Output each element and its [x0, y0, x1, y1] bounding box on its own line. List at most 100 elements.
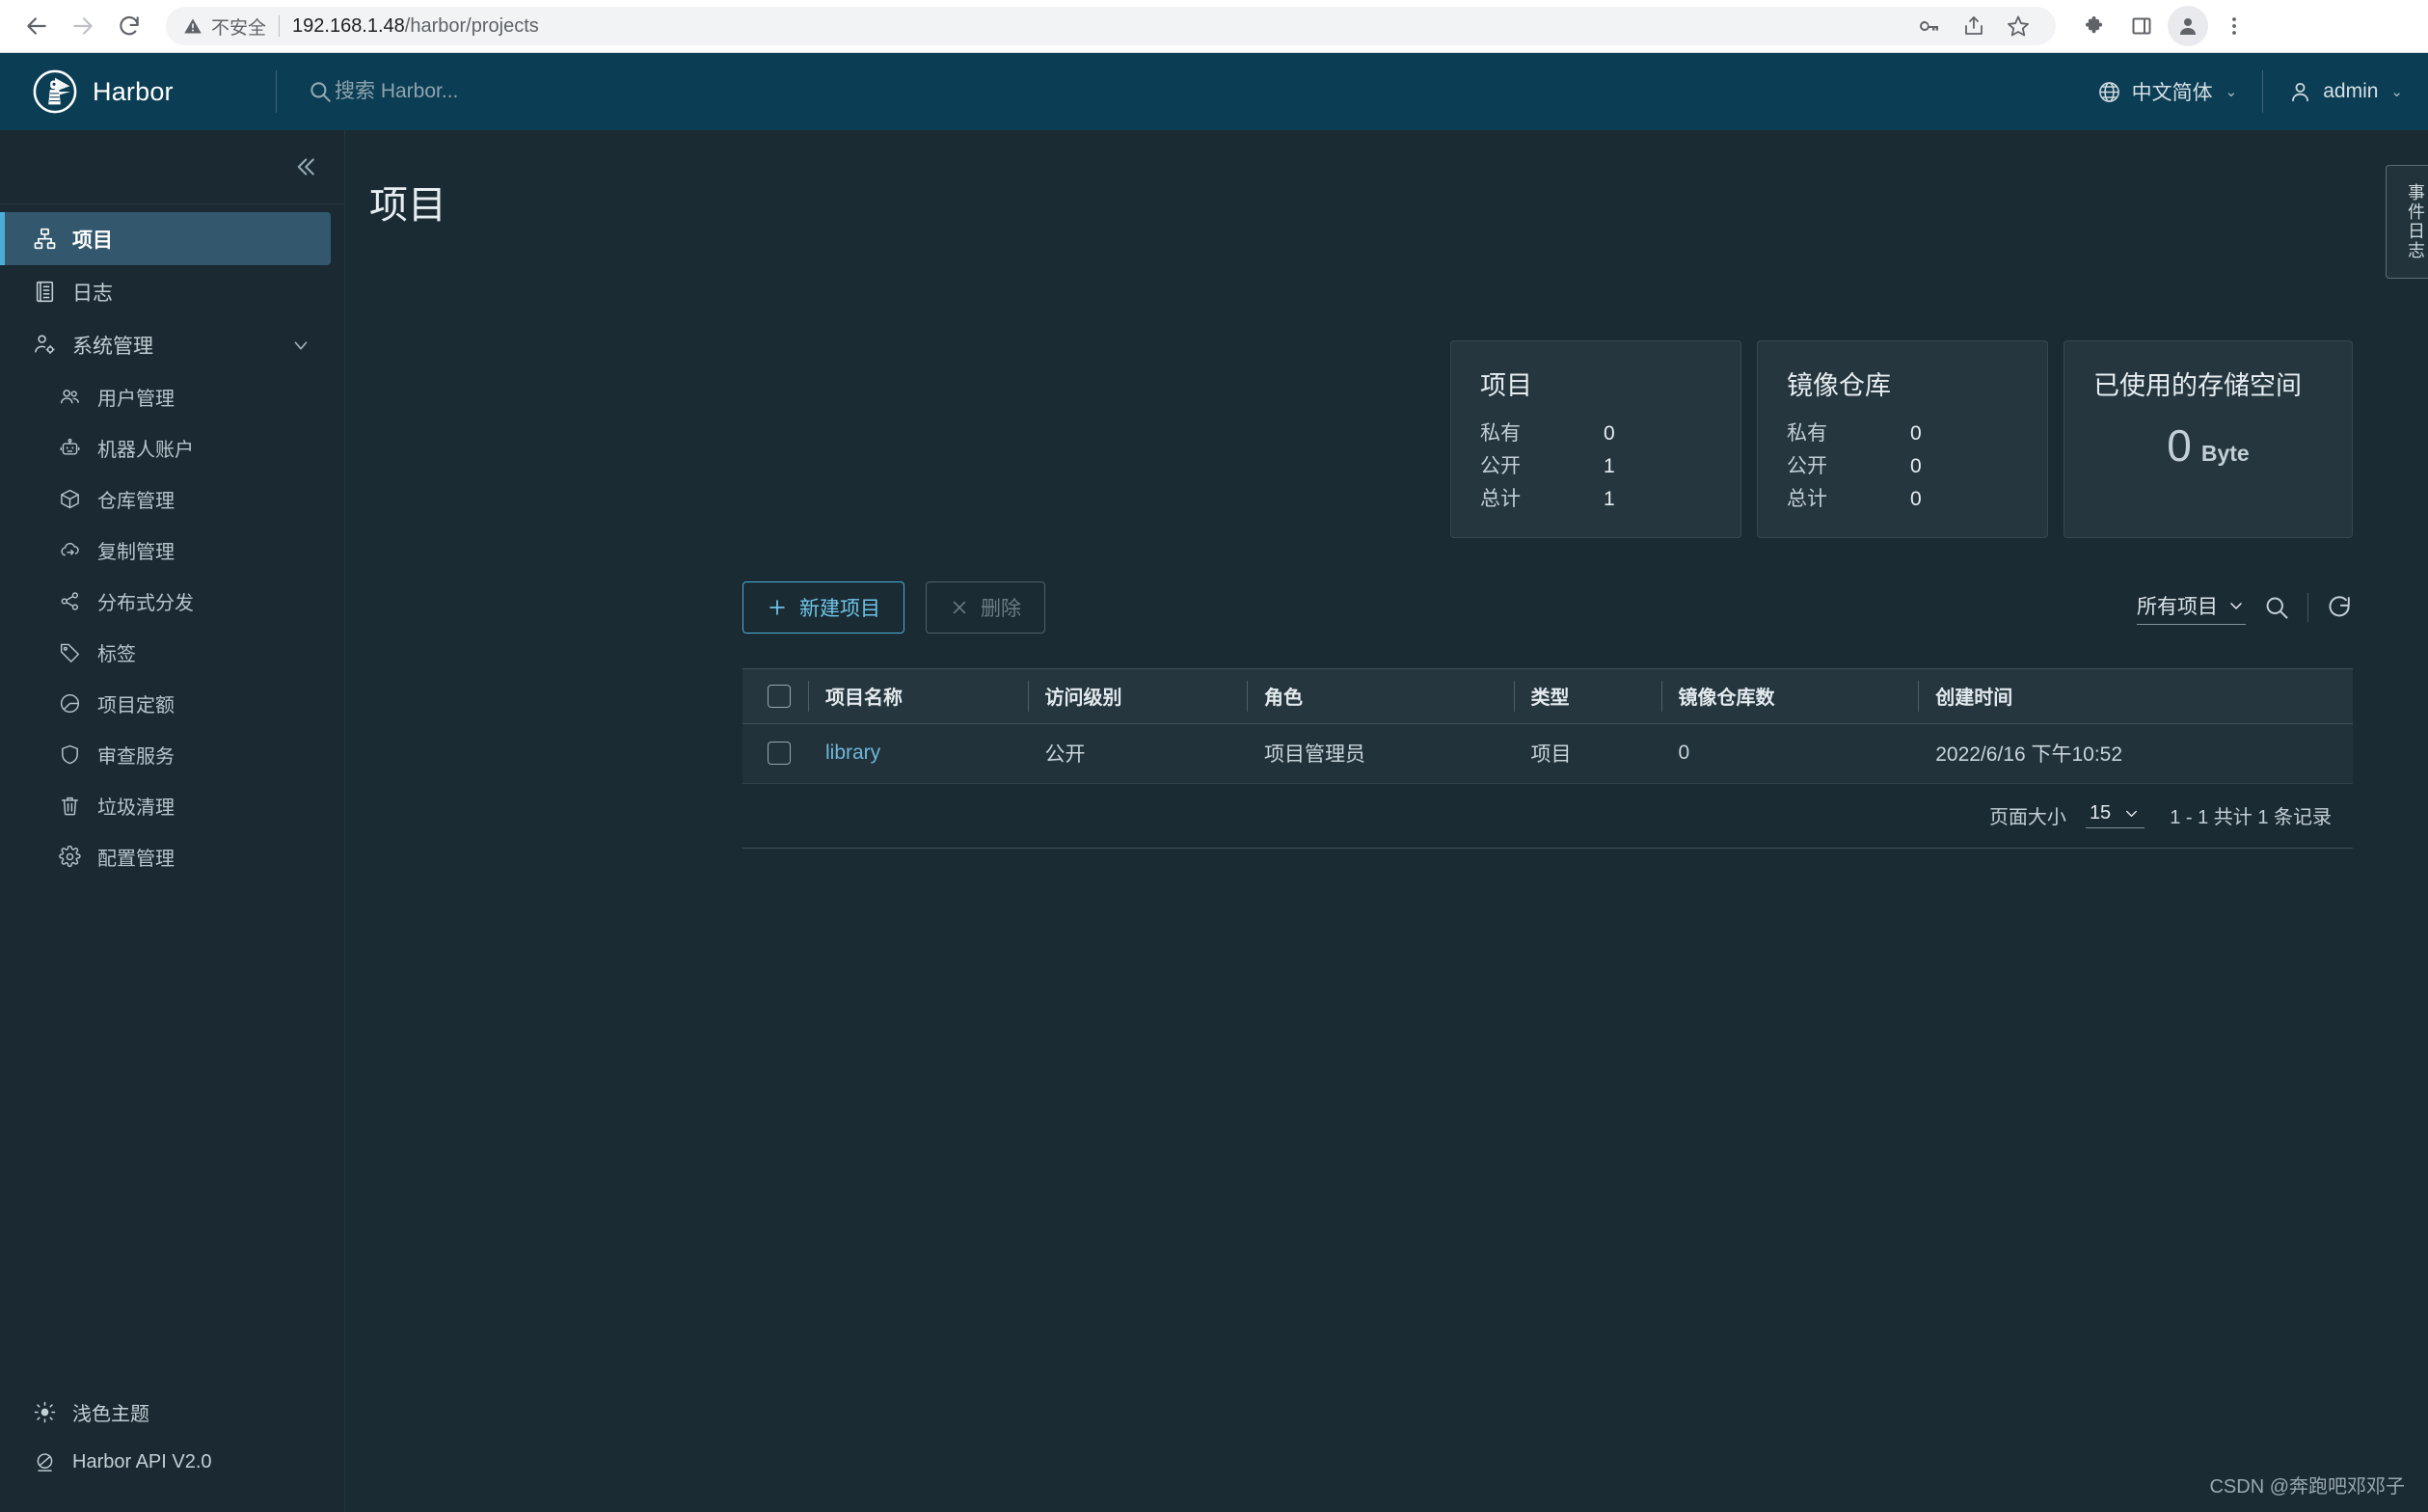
bookmark-star-icon[interactable] [1998, 6, 2038, 46]
search-input[interactable] [335, 80, 740, 103]
administration-user-gear-icon [31, 333, 58, 357]
sidebar-item-label-replication: 复制管理 [97, 542, 175, 563]
table-toolbar: 新建项目 删除 所有项目 [742, 581, 2353, 634]
page-size-value: 15 [2089, 802, 2112, 824]
cell-access-level: 公开 [1027, 723, 1247, 784]
event-log-tab[interactable]: 事件日志 [2386, 165, 2428, 279]
sidebar-item-label-users: 用户管理 [97, 389, 175, 410]
share-network-icon [56, 590, 83, 612]
app-header: Harbor 中文简体 ⌄ [0, 53, 2428, 130]
cell-project-name[interactable]: library [808, 723, 1028, 784]
share-icon[interactable] [1954, 6, 1994, 46]
repositories-public-label: 公开 [1787, 455, 1827, 478]
user-name-label: admin [2323, 80, 2379, 102]
logs-list-icon [31, 280, 58, 304]
robot-icon [56, 437, 83, 459]
column-header-repo-count[interactable]: 镜像仓库数 [1660, 669, 1919, 724]
sidebar-item-projects[interactable]: 项目 [0, 212, 331, 265]
new-project-label: 新建项目 [799, 598, 880, 620]
sidebar-item-labels[interactable]: 标签 [0, 627, 344, 678]
column-header-access[interactable]: 访问级别 [1027, 669, 1247, 724]
close-x-icon [950, 598, 969, 617]
pagination-range-label: 1 - 1 共计 1 条记录 [2170, 807, 2332, 828]
sidebar-item-distribution[interactable]: 分布式分发 [0, 576, 344, 627]
user-menu[interactable]: admin ⌄ [2263, 53, 2428, 130]
sidebar-item-label-robot-accounts: 机器人账户 [97, 440, 194, 461]
projects-table-wrapper: 项目名称 访问级别 角色 类型 镜像仓库数 创建时间 library 公开 项目… [742, 668, 2353, 849]
refresh-icon[interactable] [2326, 594, 2353, 621]
reload-button[interactable] [106, 3, 152, 49]
table-row[interactable]: library 公开 项目管理员 项目 0 2022/6/16 下午10:52 [742, 723, 2353, 784]
language-selector[interactable]: 中文简体 ⌄ [2072, 53, 2263, 130]
cube-registry-icon [56, 488, 83, 510]
user-icon [2288, 80, 2312, 104]
not-secure-label: 不安全 [211, 16, 267, 39]
sidebar-item-label-administration: 系统管理 [72, 335, 153, 358]
row-select-cell [742, 723, 808, 784]
sidebar-item-registries[interactable]: 仓库管理 [0, 473, 344, 525]
projects-total-row: 总计 1 [1480, 483, 1712, 516]
extensions-puzzle-icon[interactable] [2075, 6, 2116, 46]
key-icon[interactable] [1909, 6, 1950, 46]
chevron-down-icon: ⌄ [2225, 84, 2238, 100]
brand-logo-area[interactable]: Harbor [0, 69, 276, 114]
delete-label: 删除 [981, 598, 1021, 620]
sidebar-item-label-registries: 仓库管理 [97, 491, 175, 512]
cell-repo-count: 0 [1660, 723, 1919, 784]
sidebar-submenu-administration: 用户管理 机器人账户 仓库管理 复制管理 分布式分发 标签 项目定额 审查服务 … [0, 371, 344, 882]
projects-total-value: 1 [1604, 488, 1615, 511]
double-chevron-left-icon[interactable] [290, 152, 319, 181]
projects-table: 项目名称 访问级别 角色 类型 镜像仓库数 创建时间 library 公开 项目… [742, 669, 2353, 784]
sidebar-item-replication[interactable]: 复制管理 [0, 525, 344, 576]
column-header-created[interactable]: 创建时间 [1918, 669, 2353, 724]
side-panel-icon[interactable] [2121, 6, 2162, 46]
sidebar-item-interrogation-services[interactable]: 审查服务 [0, 729, 344, 780]
global-search[interactable] [277, 79, 740, 104]
gear-icon [56, 846, 83, 868]
repositories-total-label: 总计 [1787, 488, 1827, 511]
select-all-checkbox[interactable] [768, 684, 791, 708]
forward-button[interactable] [60, 3, 106, 49]
search-icon[interactable] [2263, 594, 2290, 621]
three-dot-menu-icon[interactable] [2214, 6, 2254, 46]
plus-icon [767, 597, 788, 618]
column-header-role[interactable]: 角色 [1247, 669, 1514, 724]
page-size-select[interactable]: 15 [2085, 802, 2145, 828]
address-bar-url: 192.168.1.48/harbor/projects [292, 15, 539, 38]
shield-scan-icon [56, 743, 83, 766]
sidebar-item-configuration[interactable]: 配置管理 [0, 831, 344, 882]
project-scope-value: 所有项目 [2137, 595, 2218, 618]
sidebar-item-project-quotas[interactable]: 项目定额 [0, 678, 344, 729]
storage-usage-card: 已使用的存储空间 0 Byte [2064, 340, 2353, 539]
back-button[interactable] [13, 3, 60, 49]
repositories-total-value: 0 [1910, 488, 1922, 511]
storage-card-title: 已使用的存储空间 [2093, 371, 2302, 400]
api-icon [31, 1451, 58, 1473]
brand-name: Harbor [93, 76, 174, 106]
column-header-name[interactable]: 项目名称 [808, 669, 1028, 724]
sidebar-item-administration[interactable]: 系统管理 [0, 318, 344, 371]
row-checkbox[interactable] [768, 742, 791, 765]
sidebar-item-theme-toggle[interactable]: 浅色主题 [0, 1387, 344, 1437]
project-scope-select[interactable]: 所有项目 [2137, 591, 2246, 625]
sidebar-item-logs[interactable]: 日志 [0, 265, 344, 318]
select-all-header [742, 669, 808, 724]
address-bar[interactable]: 不安全 192.168.1.48/harbor/projects [166, 7, 2056, 45]
column-header-type[interactable]: 类型 [1513, 669, 1661, 724]
sidebar-item-robot-accounts[interactable]: 机器人账户 [0, 422, 344, 473]
arrow-right-icon [73, 17, 93, 35]
sidebar-item-garbage-collection[interactable]: 垃圾清理 [0, 780, 344, 831]
new-project-button[interactable]: 新建项目 [742, 581, 904, 634]
toolbar-divider [2307, 593, 2308, 622]
delete-button[interactable]: 删除 [926, 581, 1045, 634]
globe-icon [2097, 80, 2121, 104]
sidebar-item-users[interactable]: 用户管理 [0, 371, 344, 422]
sidebar-collapse-row [0, 130, 344, 203]
projects-table-body: library 公开 项目管理员 项目 0 2022/6/16 下午10:52 [742, 723, 2353, 784]
sidebar-item-harbor-api[interactable]: Harbor API V2.0 [0, 1437, 344, 1487]
summary-cards: 项目 私有 0 公开 1 总计 1 镜像仓库 私有 0 公开 0 总计 0 已使… [1450, 340, 2353, 539]
projects-public-label: 公开 [1480, 455, 1521, 478]
project-link-library[interactable]: library [825, 742, 880, 764]
repositories-card-title: 镜像仓库 [1787, 371, 1891, 400]
profile-avatar-icon[interactable] [2168, 6, 2208, 46]
